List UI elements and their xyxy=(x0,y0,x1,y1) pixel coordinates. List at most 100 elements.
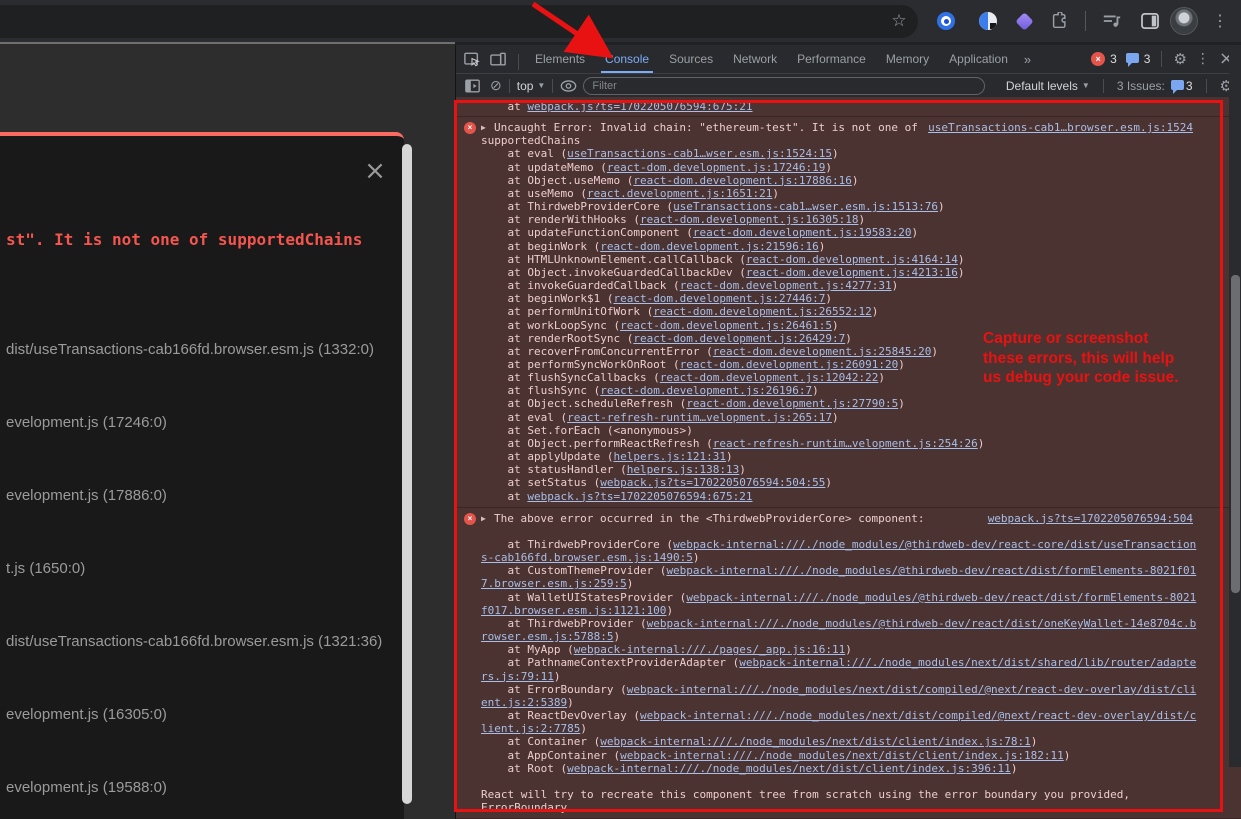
console-message-header: ▶The above error occurred in the <Thirdw… xyxy=(481,512,1193,525)
stack-frame-link[interactable]: react-dom.development.js:16305:18 xyxy=(640,213,859,226)
stack-frame-link[interactable]: helpers.js:121:31 xyxy=(613,450,726,463)
tab-network[interactable]: Network xyxy=(723,45,787,73)
tabbar-right-controls: × 3 3 ⚙ ⋮ × xyxy=(1091,45,1241,73)
clock-shape xyxy=(979,12,997,30)
stack-frame-link[interactable]: react-dom.development.js:26196:7 xyxy=(600,384,812,397)
stack-trace-line: at beginWork (react-dom.development.js:2… xyxy=(481,240,1193,253)
stack-frame-link[interactable]: webpack-internal:///./node_modules/next/… xyxy=(640,709,1196,722)
stack-frame-link[interactable]: rs.js:79:11 xyxy=(481,670,554,683)
live-expression-eye-icon[interactable] xyxy=(560,79,577,93)
stack-frame-link[interactable]: react-dom.development.js:4164:14 xyxy=(746,253,958,266)
stack-frame-link[interactable]: helpers.js:138:13 xyxy=(627,463,740,476)
stack-frame-link[interactable]: react-dom.development.js:4213:16 xyxy=(746,266,958,279)
stack-frame-link[interactable]: f017.browser.esm.js:1121:100 xyxy=(481,604,666,617)
tab-sources[interactable]: Sources xyxy=(659,45,723,73)
stack-frame-link[interactable]: react-dom.development.js:27446:7 xyxy=(613,292,825,305)
stack-frame-link[interactable]: webpack-internal:///./node_modules/next/… xyxy=(567,762,1011,775)
media-controls-icon[interactable] xyxy=(1099,0,1125,42)
bookmark-star-icon[interactable]: ☆ xyxy=(886,0,912,42)
issues-label[interactable]: 3 Issues: xyxy=(1117,79,1165,93)
error-count-icon[interactable]: × xyxy=(1091,52,1105,66)
stack-frame-link[interactable]: react-dom.development.js:27790:5 xyxy=(686,397,898,410)
side-panel-icon[interactable] xyxy=(1137,0,1163,42)
stack-frame-link[interactable]: webpack.js?ts=1702205076594:504:55 xyxy=(600,476,825,489)
stack-frame-link[interactable]: s-cab166fd.browser.esm.js:1490:5 xyxy=(481,551,693,564)
source-location-link[interactable]: webpack.js?ts=1702205076594:504 xyxy=(988,512,1193,525)
message-count-icon[interactable] xyxy=(1126,53,1139,63)
stack-frame-link[interactable]: webpack-internal:///./node_modules/@thir… xyxy=(647,617,1197,630)
devtools-menu-kebab-icon[interactable]: ⋮ xyxy=(1196,51,1210,67)
expand-triangle-icon[interactable]: ▶ xyxy=(481,121,486,134)
message-count: 3 xyxy=(1144,52,1151,66)
stack-trace-line: at ThirdwebProvider (webpack-internal://… xyxy=(481,617,1193,630)
puzzle-glyph xyxy=(1050,12,1068,30)
stack-frame-link[interactable]: webpack.js?ts=1702205076594:675:21 xyxy=(527,490,752,503)
expand-triangle-icon[interactable]: ▶ xyxy=(481,512,486,525)
tab-elements[interactable]: Elements xyxy=(525,45,595,73)
stack-frame-link[interactable]: react.development.js:1651:21 xyxy=(587,187,772,200)
stack-frame-link[interactable]: webpack-internal:///./node_modules/next/… xyxy=(739,656,1196,669)
filter-input[interactable] xyxy=(583,77,985,95)
stack-trace-line: rs.js:79:11) xyxy=(481,670,1193,683)
source-location-link[interactable]: useTransactions-cab1…browser.esm.js:1524 xyxy=(928,121,1193,134)
stack-frame-link[interactable]: useTransactions-cab1…wser.esm.js:1513:76 xyxy=(673,200,938,213)
stack-frame-link[interactable]: react-dom.development.js:26091:20 xyxy=(680,358,899,371)
stack-frame-link[interactable]: rowser.esm.js:5788:5 xyxy=(481,630,613,643)
stack-trace-line: at updateMemo (react-dom.development.js:… xyxy=(481,161,1193,174)
browser-menu-kebab-icon[interactable]: ⋮ xyxy=(1208,0,1232,42)
extension-clock-icon[interactable] xyxy=(976,0,1000,42)
extension-purple-diamond-icon[interactable] xyxy=(1012,0,1036,42)
stack-frame-link[interactable]: webpack-internal:///./pages/_app.js:16:1… xyxy=(574,643,846,656)
settings-gear-icon[interactable]: ⚙ xyxy=(1173,50,1186,68)
overlay-close-icon[interactable]: × xyxy=(360,156,390,186)
inspect-element-icon[interactable] xyxy=(464,52,480,67)
stack-frame-link[interactable]: react-dom.development.js:17246:19 xyxy=(607,161,826,174)
stack-trace-line: at updateFunctionComponent (react-dom.de… xyxy=(481,226,1193,239)
stack-frame-link[interactable]: webpack-internal:///./node_modules/next/… xyxy=(600,735,1030,748)
console-sidebar-icon[interactable] xyxy=(465,79,480,93)
stack-frame-link[interactable]: react-dom.development.js:12042:22 xyxy=(660,371,879,384)
stack-frame-link[interactable]: react-dom.development.js:17886:16 xyxy=(633,174,852,187)
clear-console-icon[interactable]: ⊘ xyxy=(490,77,502,94)
stack-frame-link[interactable]: react-dom.development.js:19583:20 xyxy=(693,226,912,239)
log-levels-dropdown[interactable]: Default levels ▼ xyxy=(1006,79,1090,93)
stack-frame-link[interactable]: react-dom.development.js:21596:16 xyxy=(600,240,819,253)
stack-frame-link[interactable]: webpack.js?ts=1702205076594:675:21 xyxy=(527,100,752,113)
console-scrollbar-thumb[interactable] xyxy=(1231,275,1240,593)
tab-application[interactable]: Application xyxy=(939,45,1018,73)
stack-frame-link[interactable]: react-dom.development.js:26429:7 xyxy=(633,332,845,345)
stack-frame-link[interactable]: useTransactions-cab1…wser.esm.js:1524:15 xyxy=(567,147,832,160)
tab-performance[interactable]: Performance xyxy=(787,45,876,73)
console-message: ×▶Uncaught Error: Invalid chain: "ethere… xyxy=(456,117,1241,508)
tab-memory[interactable]: Memory xyxy=(876,45,939,73)
console-scrollbar-track[interactable] xyxy=(1229,45,1241,767)
stack-frame-link[interactable]: react-refresh-runtim…velopment.js:265:17 xyxy=(567,411,832,424)
stack-frame-link[interactable]: lient.js:2:7785 xyxy=(481,722,580,735)
stack-trace-line xyxy=(481,775,1193,788)
stack-frame-link[interactable]: webpack-internal:///./node_modules/next/… xyxy=(620,749,1064,762)
stack-frame-link[interactable]: ent.js:2:5389 xyxy=(481,696,567,709)
stack-frame-link[interactable]: react-dom.development.js:4277:31 xyxy=(680,279,892,292)
stack-frame-link[interactable]: 7.browser.esm.js:259:5 xyxy=(481,577,627,590)
stack-frame-link[interactable]: webpack-internal:///./node_modules/@thir… xyxy=(686,591,1196,604)
overlay-scrollbar[interactable] xyxy=(402,144,412,804)
stack-frame-link[interactable]: react-dom.development.js:25845:20 xyxy=(713,345,932,358)
tab-console[interactable]: Console xyxy=(595,45,659,73)
stack-frame-link[interactable]: react-dom.development.js:26461:5 xyxy=(620,319,832,332)
stack-frame-link[interactable]: webpack-internal:///./node_modules/next/… xyxy=(627,683,1197,696)
stack-frame-link[interactable]: webpack-internal:///./node_modules/@thir… xyxy=(673,538,1196,551)
more-tabs-icon[interactable]: » xyxy=(1018,45,1037,73)
address-bar[interactable] xyxy=(0,5,918,38)
device-toolbar-icon[interactable] xyxy=(490,52,506,67)
stack-trace-line: at eval (react-refresh-runtim…velopment.… xyxy=(481,411,1193,424)
stack-frame-link[interactable]: react-dom.development.js:26552:12 xyxy=(653,305,872,318)
extension-blue-circle-icon[interactable] xyxy=(934,0,958,42)
javascript-context-dropdown[interactable]: top ▼ xyxy=(517,79,546,93)
toolbar-sep-4 xyxy=(1206,79,1207,93)
stack-frame-link[interactable]: react-refresh-runtim…velopment.js:254:26 xyxy=(713,437,978,450)
profile-avatar[interactable] xyxy=(1170,0,1198,42)
stack-trace-line: at Object.performReactRefresh (react-ref… xyxy=(481,437,1193,450)
extensions-puzzle-icon[interactable] xyxy=(1047,0,1071,42)
stack-frame-link[interactable]: webpack-internal:///./node_modules/@thir… xyxy=(666,564,1196,577)
console-message: ×▶The above error occurred in the <Third… xyxy=(456,508,1241,819)
